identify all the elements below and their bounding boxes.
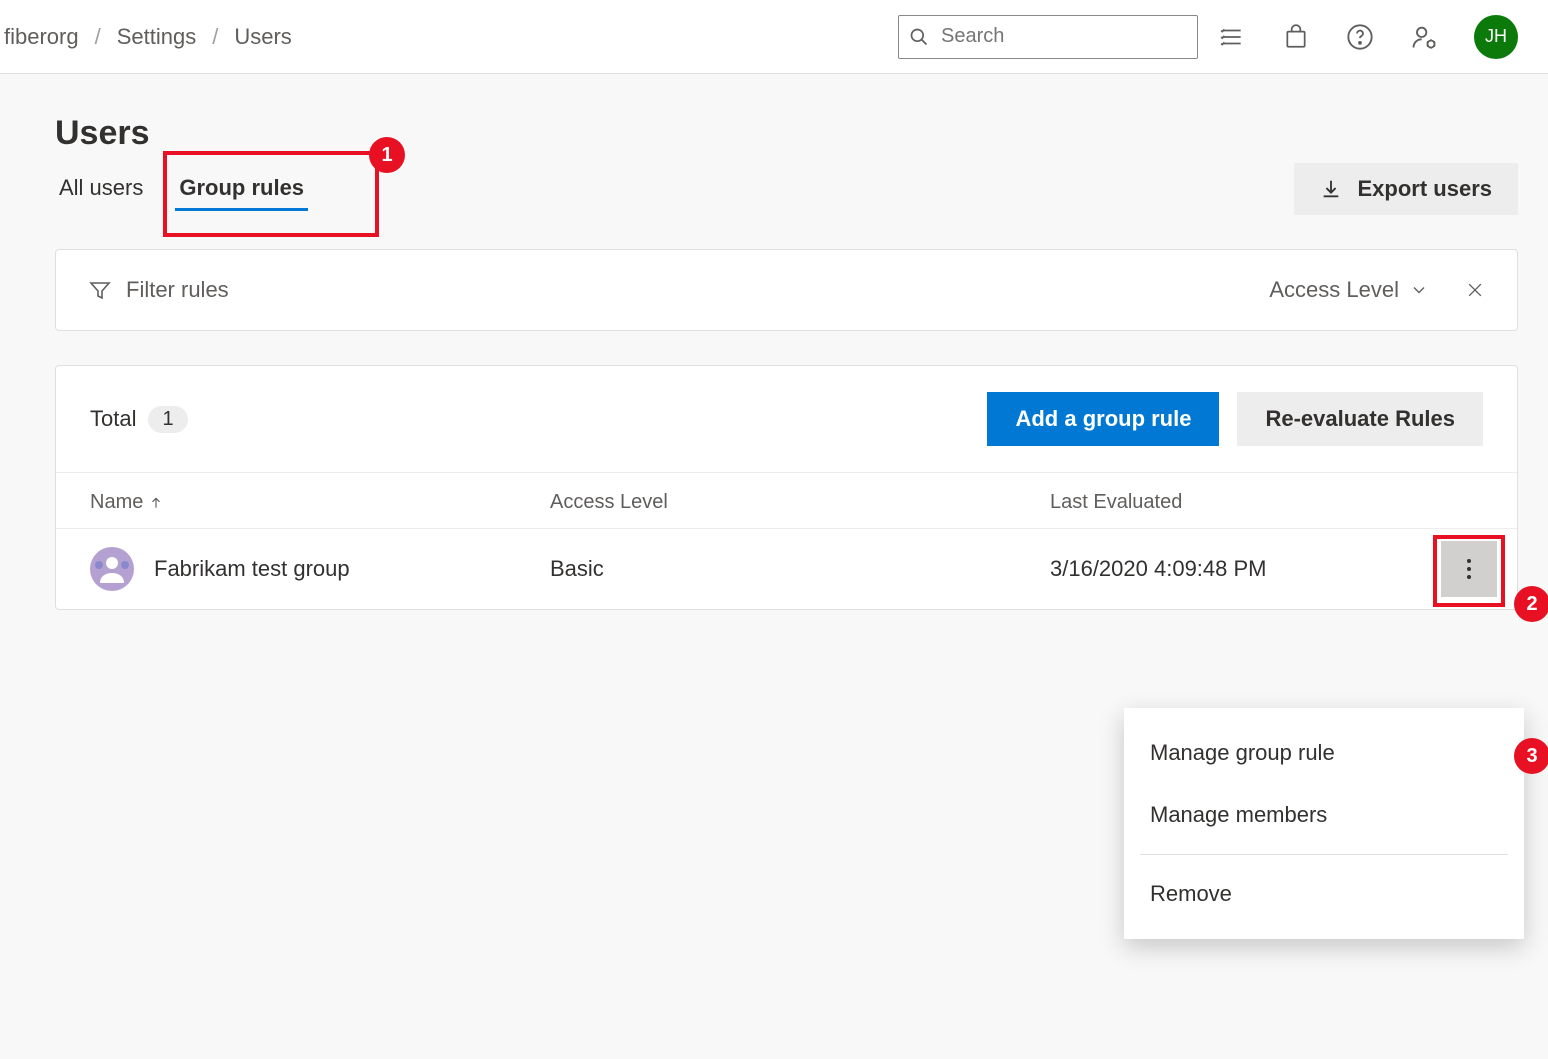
annotation-callout: 1 [369,137,405,173]
breadcrumb-item[interactable]: Users [234,24,291,50]
column-access[interactable]: Access Level [550,491,1050,514]
tabs-row: All users Group rules 1 Export users [55,163,1518,215]
chevron-down-icon [1409,280,1429,300]
help-icon[interactable] [1346,23,1374,51]
add-group-rule-button[interactable]: Add a group rule [987,392,1219,446]
access-level-dropdown[interactable]: Access Level [1269,277,1429,303]
column-name-label: Name [90,491,143,514]
row-evaluated: 3/16/2020 4:09:48 PM [1050,556,1483,582]
total-count: 1 [148,406,187,433]
menu-remove[interactable]: Remove [1124,863,1524,925]
table-row[interactable]: Fabrikam test group Basic 3/16/2020 4:09… [56,529,1517,609]
close-icon[interactable] [1465,280,1485,300]
access-level-label: Access Level [1269,277,1399,303]
top-bar: fiberorg / Settings / Users JH [0,0,1548,74]
page-body: Users All users Group rules 1 Export use… [0,74,1548,640]
tabs: All users Group rules [55,167,308,211]
filter-bar: Filter rules Access Level [55,249,1518,331]
page-title: Users [55,114,1518,153]
tab-all-users[interactable]: All users [55,167,147,211]
rules-table: Total 1 Add a group rule Re-evaluate Rul… [55,365,1518,610]
search-box[interactable] [898,15,1198,59]
column-headers: Name Access Level Last Evaluated [56,473,1517,529]
search-input[interactable] [939,24,1187,49]
more-actions-button[interactable] [1441,541,1497,597]
search-icon [909,27,929,47]
menu-separator [1140,854,1508,855]
breadcrumb-sep: / [212,24,218,50]
annotation-callout: 2 [1514,586,1548,622]
row-access: Basic [550,556,1050,582]
sort-asc-icon [149,496,163,510]
breadcrumb-item[interactable]: Settings [117,24,197,50]
total-text: Total [90,406,136,432]
export-users-label: Export users [1358,176,1493,202]
menu-manage-members[interactable]: Manage members [1124,784,1524,846]
row-name: Fabrikam test group [154,556,350,582]
table-toolbar: Total 1 Add a group rule Re-evaluate Rul… [56,366,1517,473]
filter-icon [88,278,112,302]
breadcrumb: fiberorg / Settings / Users [0,24,292,50]
work-items-icon[interactable] [1218,23,1246,51]
menu-manage-group-rule[interactable]: Manage group rule [1124,722,1524,784]
column-evaluated[interactable]: Last Evaluated [1050,491,1483,514]
more-vertical-icon [1466,557,1472,581]
user-settings-icon[interactable] [1410,23,1438,51]
breadcrumb-item[interactable]: fiberorg [4,24,79,50]
group-avatar-icon [90,547,134,591]
annotation-callout: 3 [1514,738,1548,774]
download-icon [1320,178,1342,200]
column-name[interactable]: Name [90,491,550,514]
export-users-button[interactable]: Export users [1294,163,1519,215]
marketplace-icon[interactable] [1282,23,1310,51]
total-label: Total 1 [90,406,188,433]
reevaluate-rules-button[interactable]: Re-evaluate Rules [1237,392,1483,446]
avatar[interactable]: JH [1474,15,1518,59]
context-menu: Manage group rule Manage members Remove [1124,708,1524,939]
filter-placeholder[interactable]: Filter rules [126,277,229,303]
breadcrumb-sep: / [95,24,101,50]
tab-group-rules[interactable]: Group rules [175,167,308,211]
top-icons: JH [1218,15,1518,59]
